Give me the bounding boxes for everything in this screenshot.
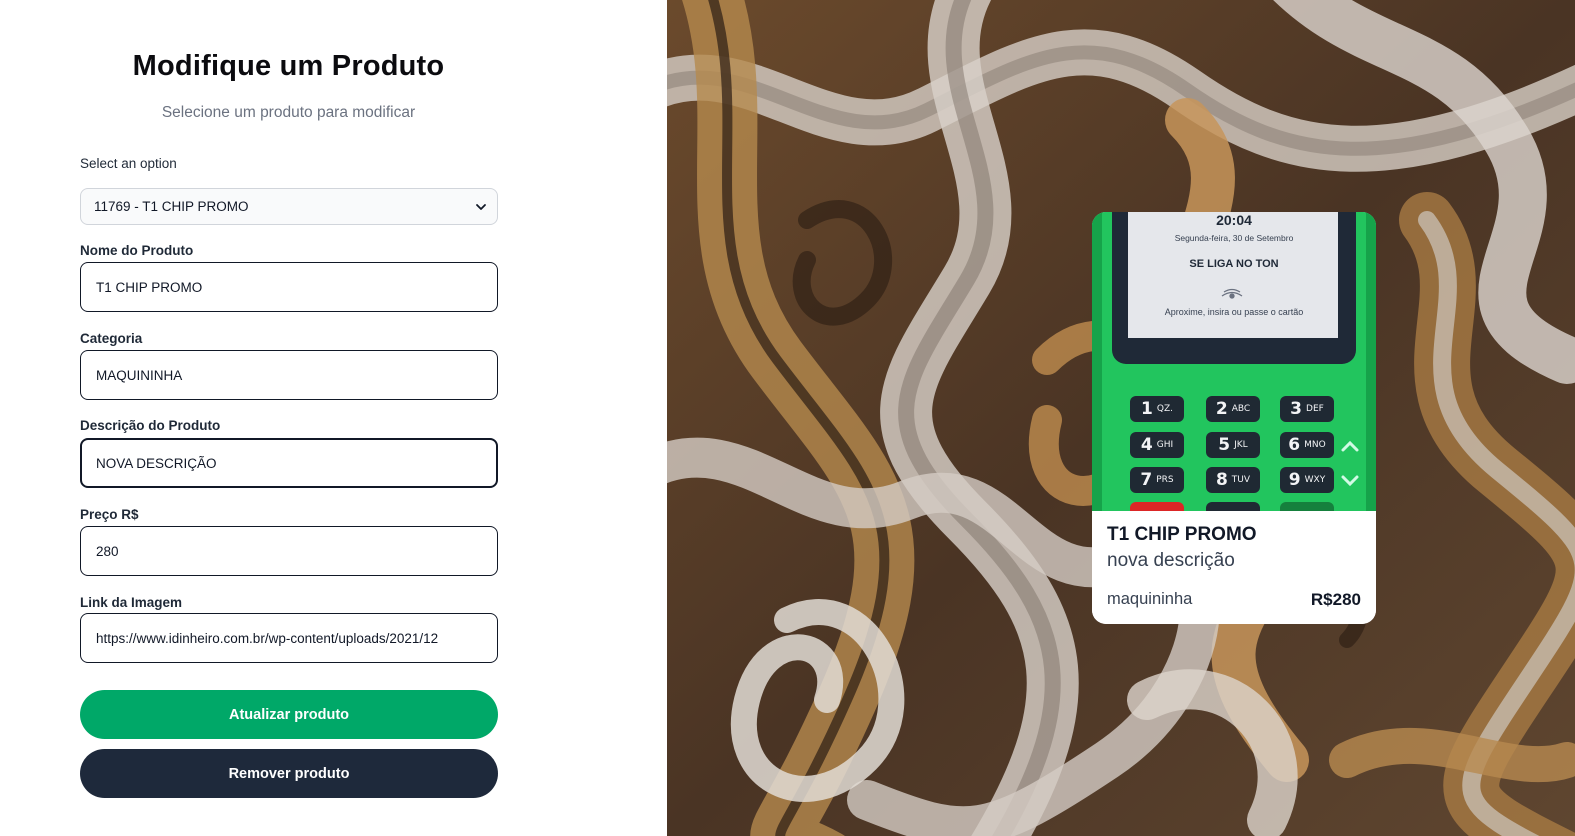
product-preview-card: 20:04 Segunda-feira, 30 de Setembro SE L… (1092, 212, 1376, 624)
page-subtitle: Selecione um produto para modificar (161, 104, 416, 121)
name-field-value: T1 CHIP PROMO (96, 280, 203, 295)
price-field[interactable]: 280 (80, 526, 498, 576)
image-link-field-value: https://www.idinheiro.com.br/wp-content/… (96, 631, 439, 646)
description-field-value: NOVA DESCRIÇÃO (96, 456, 217, 471)
marble-background: 20:04 Segunda-feira, 30 de Setembro SE L… (667, 0, 1575, 836)
name-field[interactable]: T1 CHIP PROMO (80, 262, 498, 312)
keypad-key-7: 7 PRS (1140, 470, 1174, 490)
keypad-key-2: 2 ABC (1215, 399, 1251, 419)
select-label: Select an option (80, 156, 177, 171)
product-select[interactable]: 11769 - T1 CHIP PROMO (80, 188, 498, 225)
page-title: Modifique um Produto (132, 50, 445, 82)
terminal-date: Segunda-feira, 30 de Setembro (1174, 233, 1294, 243)
keypad-key-6: 6 MNO (1288, 435, 1326, 455)
category-field-value: MAQUININHA (96, 368, 183, 383)
category-label: Categoria (80, 331, 143, 346)
keypad-key-5: 5 JKL (1218, 435, 1248, 455)
image-link-label: Link da Imagem (80, 595, 183, 610)
keypad-key-4: 4 GHI (1140, 435, 1174, 455)
card-product-category: maquininha (1107, 590, 1193, 608)
chevron-down-icon (476, 204, 486, 210)
terminal-hint: Aproxime, insira ou passe o cartão (1164, 307, 1304, 317)
product-select-value: 11769 - T1 CHIP PROMO (94, 199, 249, 214)
keypad-key-8: 8 TUV (1215, 470, 1251, 490)
description-field[interactable]: NOVA DESCRIÇÃO (80, 438, 498, 488)
price-label: Preço R$ (80, 507, 139, 522)
card-product-price: R$280 (1310, 590, 1361, 609)
update-product-button[interactable]: Atualizar produto (80, 690, 498, 739)
keypad-key-9: 9 WXY (1288, 470, 1326, 490)
price-field-value: 280 (96, 544, 119, 559)
keypad-key-3: 3 DEF (1290, 399, 1324, 419)
card-product-description: nova descrição (1107, 550, 1235, 571)
card-product-name: T1 CHIP PROMO (1107, 524, 1257, 545)
description-label: Descrição do Produto (80, 418, 221, 433)
remove-product-button[interactable]: Remover produto (80, 749, 498, 798)
card-body: T1 CHIP PROMO nova descrição maquininha … (1092, 511, 1376, 624)
terminal-slogan: SE LIGA NO TON (1189, 258, 1279, 270)
form-panel: Modifique um Produto Selecione um produt… (0, 0, 667, 836)
category-field[interactable]: MAQUININHA (80, 350, 498, 400)
image-link-field[interactable]: https://www.idinheiro.com.br/wp-content/… (80, 613, 498, 663)
terminal-time: 20:04 (1216, 212, 1252, 228)
name-label: Nome do Produto (80, 243, 194, 258)
keypad-key-1: 1 QZ. (1141, 399, 1173, 419)
product-image: 20:04 Segunda-feira, 30 de Setembro SE L… (1092, 212, 1376, 511)
